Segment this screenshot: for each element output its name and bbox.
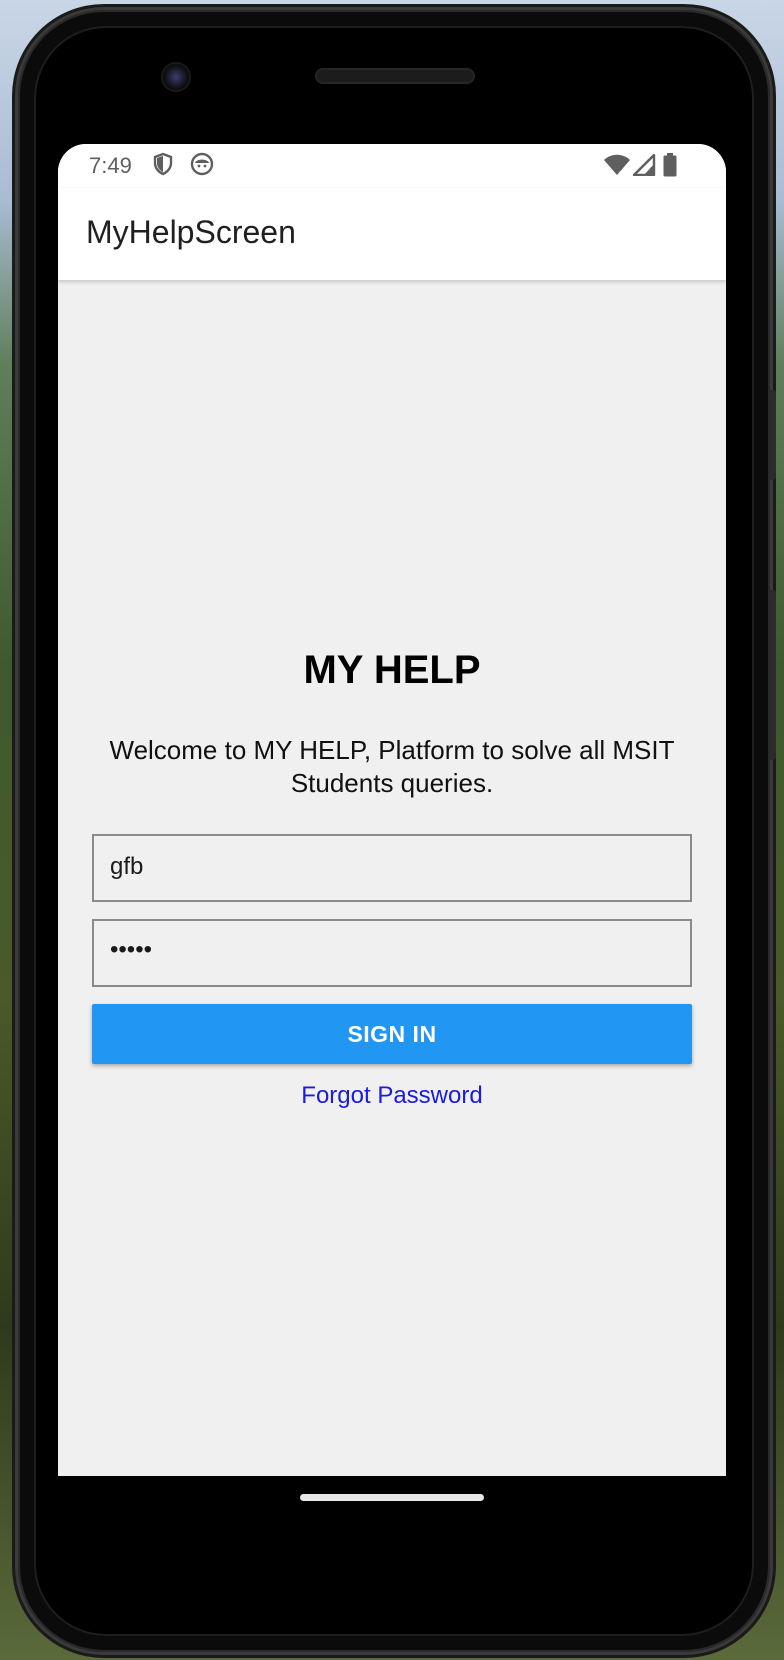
- password-field[interactable]: •••••: [92, 919, 692, 987]
- earpiece-speaker: [315, 68, 475, 84]
- status-bar: 7:49: [58, 144, 726, 188]
- forgot-password-link[interactable]: Forgot Password: [58, 1082, 726, 1110]
- app-bar: MyHelpScreen: [58, 188, 726, 280]
- wifi-icon: [603, 154, 631, 181]
- username-field[interactable]: gfb: [92, 834, 692, 902]
- volume-button: [770, 590, 776, 760]
- password-value: •••••: [110, 936, 153, 963]
- welcome-text: Welcome to MY HELP, Platform to solve al…: [109, 735, 675, 798]
- front-camera: [163, 64, 189, 90]
- signal-icon: [632, 153, 656, 181]
- android-robot-icon: [190, 152, 214, 181]
- status-time: 7:49: [89, 153, 132, 178]
- app-title: MyHelpScreen: [86, 214, 296, 250]
- app-screen: 7:49 MyHelpScreen MY HELP Welcome to MY …: [58, 144, 726, 1476]
- power-button: [770, 390, 776, 480]
- sign-in-button[interactable]: SIGN IN: [92, 1004, 692, 1064]
- username-value: gfb: [110, 853, 144, 880]
- page-heading: MY HELP: [303, 648, 481, 692]
- home-indicator[interactable]: [300, 1494, 484, 1501]
- battery-icon: [663, 153, 677, 182]
- shield-icon: [153, 152, 173, 181]
